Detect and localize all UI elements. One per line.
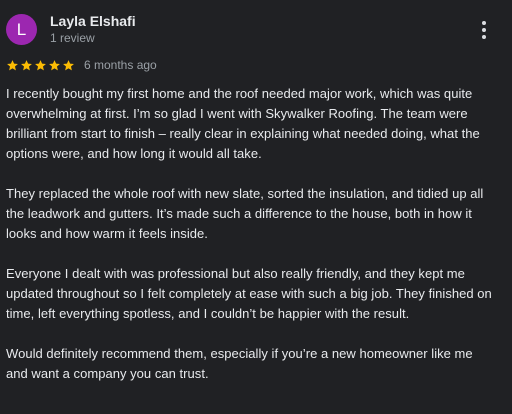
review-paragraph: Everyone I dealt with was professional b… (6, 266, 492, 321)
star-icon (21, 59, 32, 70)
review-count: 1 review (50, 31, 95, 45)
review-card: L Layla Elshafi 1 review 6 months ago I … (0, 0, 512, 414)
reviewer-name[interactable]: Layla Elshafi (50, 13, 136, 29)
more-vert-icon (482, 21, 486, 25)
star-rating (6, 59, 75, 72)
star-icon (7, 59, 18, 70)
review-paragraph: They replaced the whole roof with new sl… (6, 186, 484, 241)
star-icon (63, 59, 74, 70)
review-date: 6 months ago (84, 58, 157, 72)
rating-row: 6 months ago (6, 56, 157, 74)
star-icon (49, 59, 60, 70)
review-paragraph: Would definitely recommend them, especia… (6, 346, 473, 381)
review-text: I recently bought my first home and the … (6, 84, 496, 404)
more-vert-icon (482, 28, 486, 32)
review-paragraph: I recently bought my first home and the … (6, 86, 480, 161)
more-vert-icon (482, 35, 486, 39)
star-icon (35, 59, 46, 70)
more-options-button[interactable] (474, 18, 494, 42)
avatar[interactable]: L (6, 14, 37, 45)
